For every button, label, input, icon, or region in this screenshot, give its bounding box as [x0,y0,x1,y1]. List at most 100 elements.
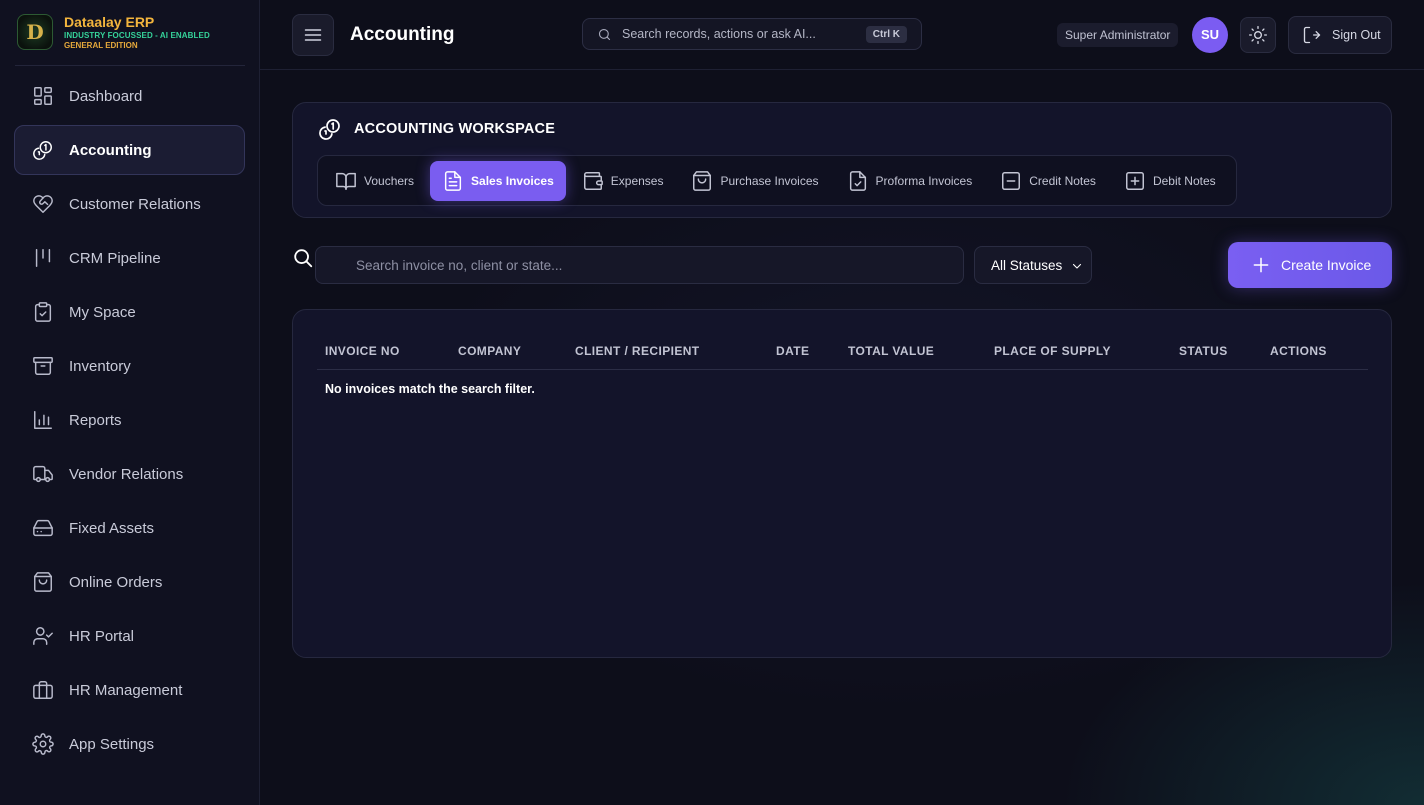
sidebar-item-label: Accounting [69,141,152,159]
brand[interactable]: D Dataalay ERP INDUSTRY FOCUSSED - AI EN… [17,12,210,52]
sidebar-item-label: Online Orders [69,573,163,591]
column-header-status[interactable]: STATUS [1179,344,1228,358]
bar-chart-icon [34,411,52,429]
sun-icon [1249,26,1267,44]
brand-text: Dataalay ERP INDUSTRY FOCUSSED - AI ENAB… [64,14,210,51]
sidebar-item-label: Dashboard [69,87,143,105]
avatar[interactable]: SU [1192,17,1228,53]
tab-label: Sales Invoices [471,173,554,188]
workspace-title: ACCOUNTING WORKSPACE [354,121,556,137]
search-icon [598,28,611,40]
sidebar-item-label: App Settings [69,735,155,753]
sidebar-item-inventory[interactable]: Inventory [14,341,245,391]
hamburger-icon [304,29,322,41]
workspace-header: ACCOUNTING WORKSPACE [318,117,555,141]
clipboard-check-icon [34,302,52,322]
workspace-tabs: Vouchers Sales Invoices Expenses Purchas… [317,155,1237,206]
book-open-icon [336,172,356,190]
tab-label: Purchase Invoices [720,173,819,188]
column-header-date[interactable]: DATE [776,344,809,358]
global-search-placeholder: Search records, actions or ask AI... [622,27,816,41]
tab-label: Expenses [610,173,664,188]
invoices-table: INVOICE NO COMPANY CLIENT / RECIPIENT DA… [292,309,1392,658]
brand-logo: D [17,14,53,50]
tab-credit-notes[interactable]: Credit Notes [988,161,1108,201]
status-filter-value: All Statuses [991,257,1063,273]
role-badge: Super Administrator [1057,23,1179,47]
user-check-icon [33,627,53,645]
brand-divider [15,65,245,66]
create-invoice-button[interactable]: Create Invoice [1228,242,1392,288]
sidebar-nav: Dashboard Accounting Customer Relations … [14,71,245,773]
plus-icon [1253,257,1269,273]
sidebar-item-hr-management[interactable]: HR Management [14,665,245,715]
tab-purchase-invoices[interactable]: Purchase Invoices [679,161,830,201]
chevron-down-icon [1072,263,1082,269]
sidebar-item-label: Fixed Assets [69,519,155,537]
sidebar-item-fixed-assets[interactable]: Fixed Assets [14,503,245,553]
tab-debit-notes[interactable]: Debit Notes [1112,161,1228,201]
brand-title: Dataalay ERP [64,13,155,30]
tab-expenses[interactable]: Expenses [570,161,676,201]
dashboard-grid-icon [34,87,52,105]
heart-handshake-icon [33,195,53,213]
sidebar-item-app-settings[interactable]: App Settings [14,719,245,769]
topbar: Accounting Search records, actions or as… [260,0,1424,70]
column-header-invoice-no[interactable]: INVOICE NO [325,344,400,358]
search-icon [292,247,314,269]
tab-label: Vouchers [364,173,415,188]
pipeline-icon [35,249,51,267]
table-header-row: INVOICE NO COMPANY CLIENT / RECIPIENT DA… [317,334,1368,370]
column-header-total-value[interactable]: TOTAL VALUE [848,344,934,358]
sidebar-item-crm-pipeline[interactable]: CRM Pipeline [14,233,245,283]
status-filter-select[interactable]: All Statuses [974,246,1092,284]
column-header-company[interactable]: COMPANY [458,344,521,358]
sidebar-item-label: Vendor Relations [69,465,184,483]
sidebar-item-label: CRM Pipeline [69,249,161,267]
coins-icon [319,119,340,140]
global-search-input[interactable]: Search records, actions or ask AI... Ctr… [582,18,922,50]
sidebar-item-reports[interactable]: Reports [14,395,245,445]
search-shortcut-badge: Ctrl K [865,26,907,43]
tab-label: Credit Notes [1029,173,1096,188]
theme-toggle-button[interactable] [1240,17,1276,53]
sidebar-item-vendor-relations[interactable]: Vendor Relations [14,449,245,499]
briefcase-icon [33,681,53,699]
tab-label: Debit Notes [1152,173,1216,188]
sidebar-item-label: My Space [69,303,136,321]
sidebar-item-customer-relations[interactable]: Customer Relations [14,179,245,229]
coins-icon [33,141,52,160]
tab-sales-invoices[interactable]: Sales Invoices [430,160,566,201]
column-header-client[interactable]: CLIENT / RECIPIENT [575,344,700,358]
page-title: Accounting [350,24,455,45]
workspace-card: ACCOUNTING WORKSPACE Vouchers Sales Invo… [292,102,1392,218]
sidebar: D Dataalay ERP INDUSTRY FOCUSSED - AI EN… [0,0,260,805]
sidebar-item-label: HR Portal [69,627,135,645]
menu-toggle-button[interactable] [292,14,334,56]
file-text-icon [444,170,462,191]
minus-square-icon [1002,171,1021,190]
plus-square-icon [1125,171,1144,190]
tab-label: Proforma Invoices [875,173,973,188]
column-header-place-of-supply[interactable]: PLACE OF SUPPLY [994,344,1111,358]
gear-icon [32,733,54,755]
sidebar-item-label: Customer Relations [69,195,201,213]
tab-vouchers[interactable]: Vouchers [323,161,426,201]
sidebar-item-accounting[interactable]: Accounting [14,125,245,175]
shopping-bag-icon [693,170,712,191]
sidebar-item-dashboard[interactable]: Dashboard [14,71,245,121]
sidebar-item-my-space[interactable]: My Space [14,287,245,337]
brand-subtitle-1: INDUSTRY FOCUSSED - AI ENABLED [64,30,210,40]
truck-icon [33,465,53,483]
shopping-bag-icon [34,572,52,592]
archive-box-icon [33,357,53,375]
sign-out-button[interactable]: Sign Out [1288,16,1392,54]
sidebar-item-online-orders[interactable]: Online Orders [14,557,245,607]
tab-proforma-invoices[interactable]: Proforma Invoices [835,161,985,201]
column-header-actions: ACTIONS [1270,344,1327,358]
sidebar-item-hr-portal[interactable]: HR Portal [14,611,245,661]
sign-out-label: Sign Out [1332,28,1381,42]
invoice-search-input[interactable] [315,246,964,284]
sidebar-item-label: HR Management [69,681,183,699]
hard-drive-icon [33,519,53,537]
